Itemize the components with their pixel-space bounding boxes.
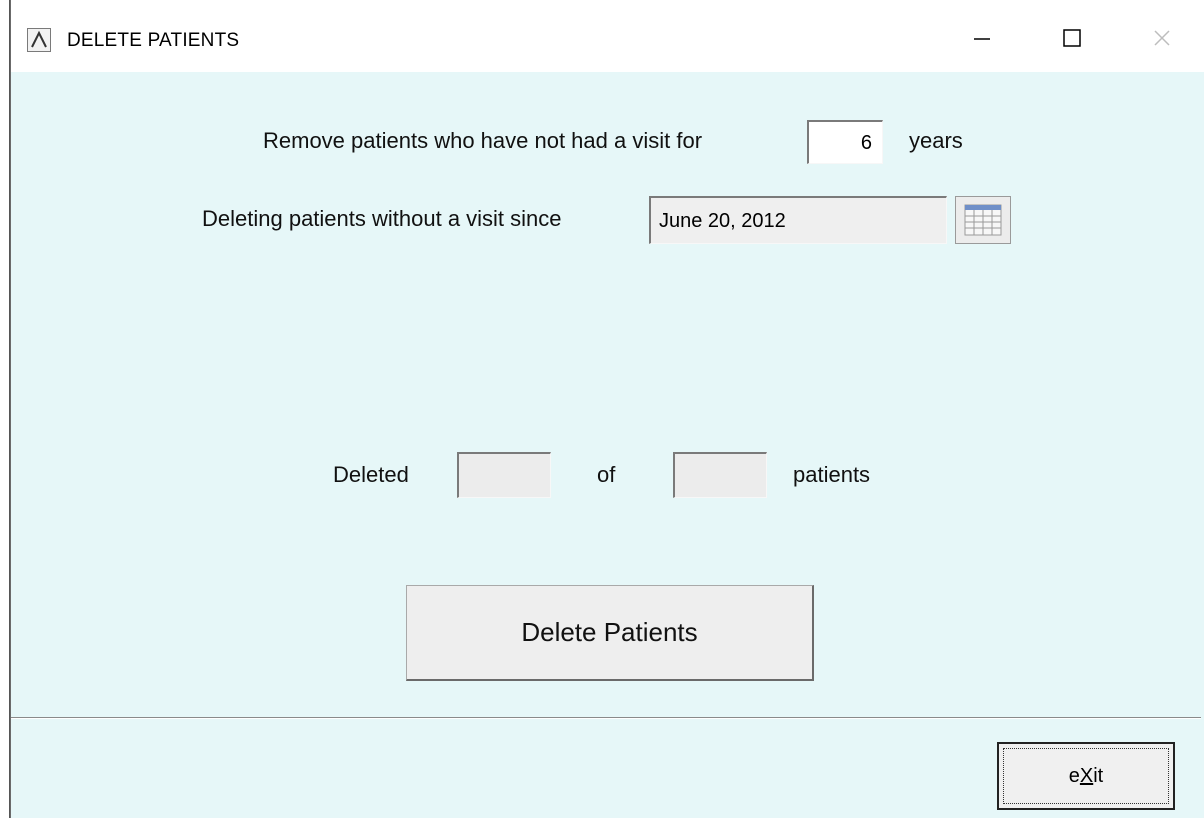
of-label: of [597, 462, 616, 487]
close-button[interactable] [1139, 18, 1185, 58]
focus-rect [1003, 748, 1169, 804]
deleted-label: Deleted [333, 462, 409, 487]
since-label: Deleting patients without a visit since [202, 206, 562, 231]
calendar-button[interactable] [955, 196, 1011, 244]
exit-button[interactable]: eXit [997, 742, 1175, 810]
maximize-button[interactable] [1049, 18, 1095, 58]
remove-years-label: Remove patients who have not had a visit… [263, 128, 703, 153]
calendar-icon [964, 204, 1002, 236]
minimize-icon [974, 38, 990, 40]
window-title: DELETE PATIENTS [67, 30, 240, 51]
minimize-button[interactable] [959, 18, 1005, 58]
divider [11, 717, 1201, 719]
patients-label: patients [793, 462, 871, 487]
title-bar[interactable]: DELETE PATIENTS [11, 0, 1204, 72]
close-icon [1154, 30, 1170, 46]
years-input[interactable]: 6 [807, 120, 883, 164]
delete-patients-button[interactable]: Delete Patients [406, 585, 814, 681]
years-unit-label: years [909, 128, 963, 153]
background-window-edge [0, 0, 10, 818]
app-icon [27, 28, 51, 52]
since-date-field[interactable]: June 20, 2012 [649, 196, 947, 244]
total-count-field [673, 452, 767, 498]
delete-patients-window: DELETE PATIENTS Remove patients who have… [10, 0, 1204, 818]
deleted-count-field [457, 452, 551, 498]
form-area: Remove patients who have not had a visit… [11, 72, 1204, 818]
maximize-icon [1063, 29, 1081, 47]
